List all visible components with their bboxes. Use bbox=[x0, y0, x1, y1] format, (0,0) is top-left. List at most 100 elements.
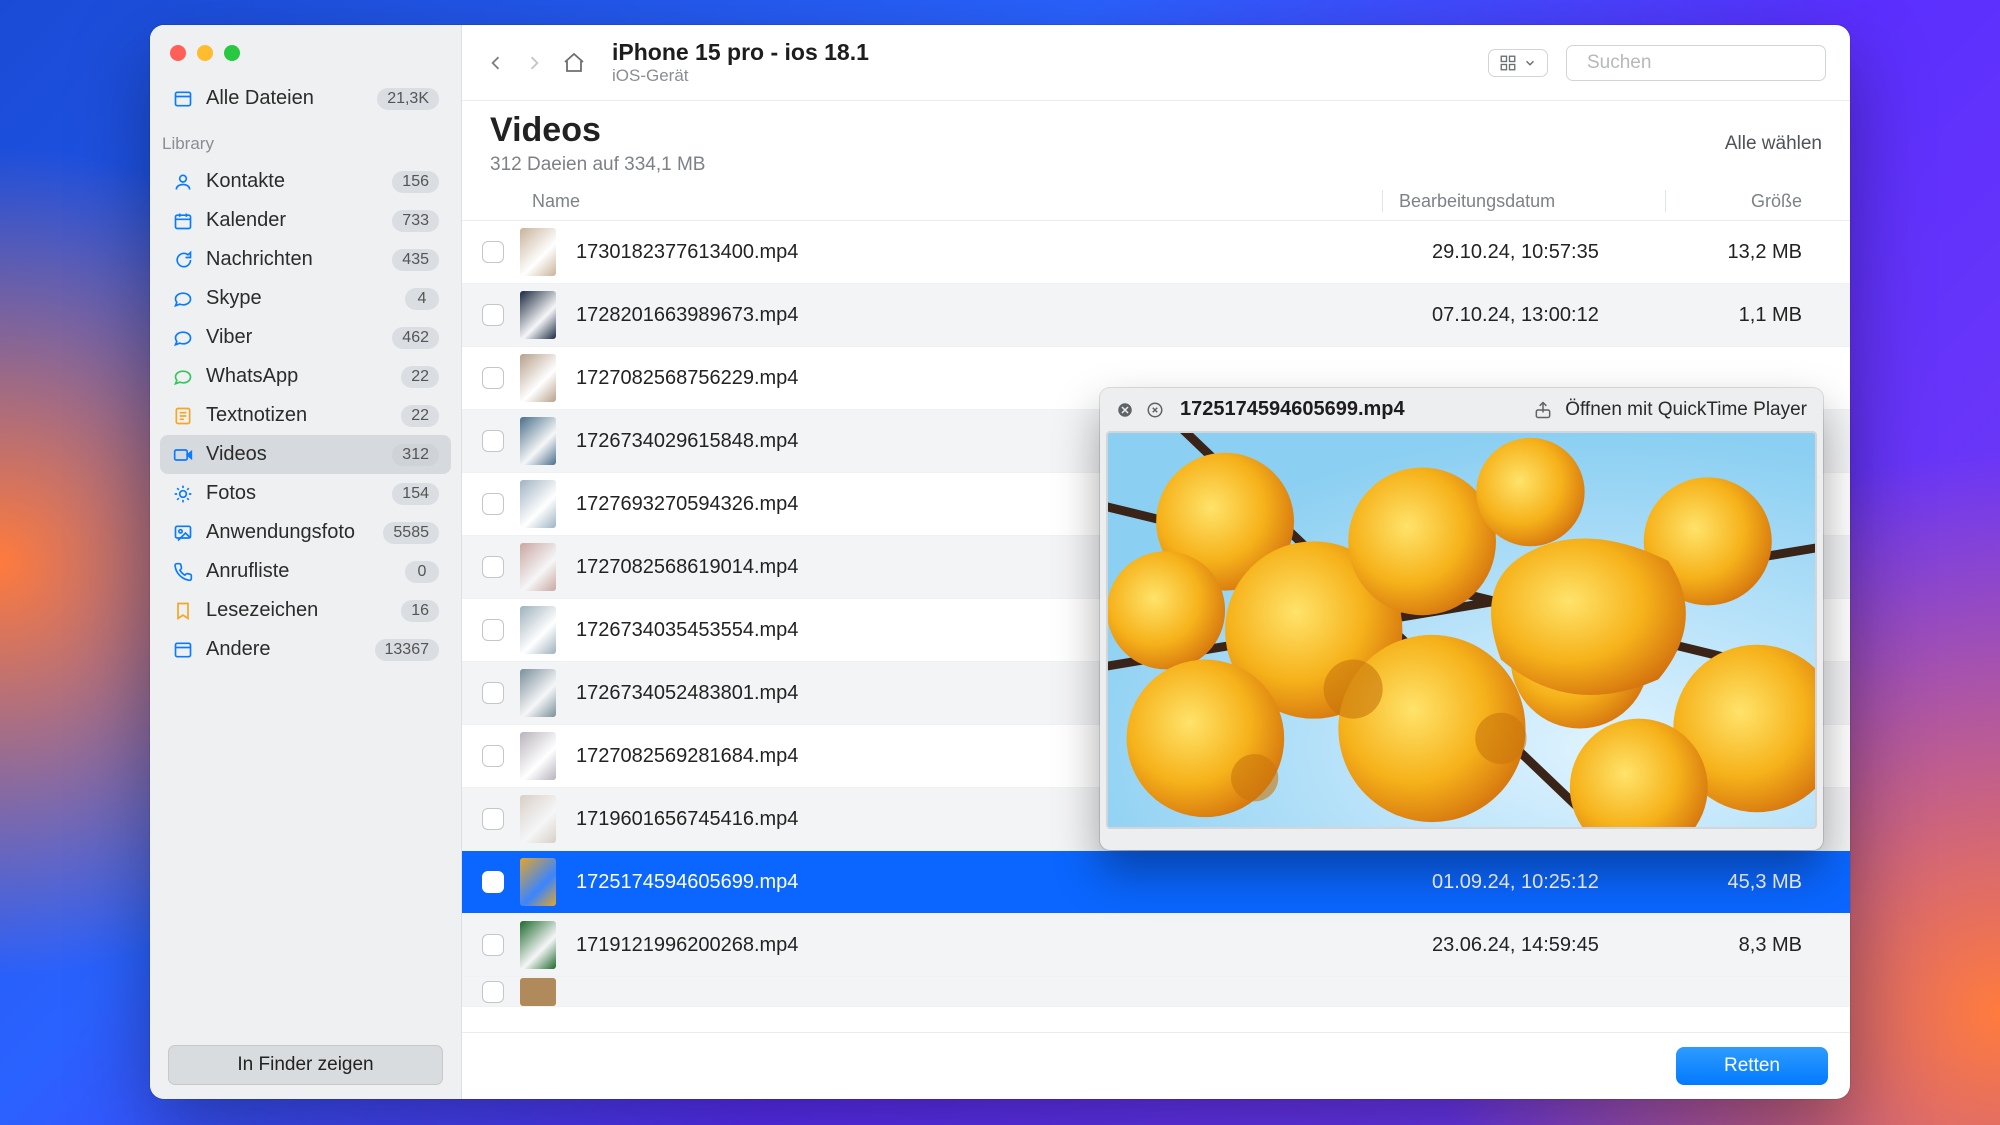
sidebar-item-viber[interactable]: Viber462 bbox=[160, 318, 451, 357]
notes-icon bbox=[172, 406, 194, 426]
sidebar-item-lesezeichen[interactable]: Lesezeichen 16 bbox=[160, 591, 451, 630]
table-row[interactable] bbox=[462, 977, 1850, 1007]
table-row[interactable]: 1719121996200268.mp423.06.24, 14:59:458,… bbox=[462, 914, 1850, 977]
sidebar-item-label: Kalender bbox=[206, 209, 380, 232]
table-row[interactable]: 1730182377613400.mp429.10.24, 10:57:3513… bbox=[462, 221, 1850, 284]
view-mode-switch[interactable] bbox=[1488, 49, 1548, 77]
row-checkbox[interactable] bbox=[482, 556, 504, 578]
sidebar-item-label: Alle Dateien bbox=[206, 87, 365, 110]
page-header: Videos 312 Daeien auf 334,1 MB Alle wähl… bbox=[462, 101, 1850, 182]
rescue-button[interactable]: Retten bbox=[1676, 1047, 1828, 1085]
page-subtitle: 312 Daeien auf 334,1 MB bbox=[490, 154, 706, 176]
zoom-window-button[interactable] bbox=[224, 45, 240, 61]
home-button[interactable] bbox=[562, 51, 586, 75]
share-button[interactable] bbox=[1533, 400, 1553, 420]
sidebar-item-count: 16 bbox=[401, 600, 439, 622]
sidebar-item-label: Nachrichten bbox=[206, 248, 380, 271]
whatsapp-icon bbox=[172, 367, 194, 387]
nav-forward-button[interactable] bbox=[524, 53, 544, 73]
column-name[interactable]: Name bbox=[490, 191, 1366, 212]
messages-icon bbox=[172, 250, 194, 270]
sidebar-item-all-files[interactable]: Alle Dateien 21,3K bbox=[160, 79, 451, 118]
sidebar-item-count: 156 bbox=[392, 171, 439, 193]
sidebar-item-skype[interactable]: Skype4 bbox=[160, 279, 451, 318]
sidebar-item-fotos[interactable]: Fotos154 bbox=[160, 474, 451, 513]
sidebar-item-videos[interactable]: Videos312 bbox=[160, 435, 451, 474]
sidebar-item-count: 0 bbox=[405, 561, 439, 583]
sidebar-item-anwendungsfoto[interactable]: Anwendungsfoto5585 bbox=[160, 513, 451, 552]
sidebar-item-count: 733 bbox=[392, 210, 439, 232]
video-thumbnail bbox=[520, 858, 556, 906]
footer: Retten bbox=[462, 1032, 1850, 1099]
sidebar-item-count: 312 bbox=[392, 444, 439, 466]
row-checkbox[interactable] bbox=[482, 808, 504, 830]
expand-preview-button[interactable] bbox=[1146, 401, 1164, 419]
open-with-button[interactable]: Öffnen mit QuickTime Player bbox=[1565, 399, 1807, 421]
search-input[interactable] bbox=[1587, 52, 1832, 74]
videos-icon bbox=[172, 445, 194, 465]
sidebar-item-label: Skype bbox=[206, 287, 393, 310]
video-thumbnail bbox=[520, 921, 556, 969]
table-row[interactable]: 1728201663989673.mp407.10.24, 13:00:121,… bbox=[462, 284, 1850, 347]
file-date: 01.09.24, 10:25:12 bbox=[1432, 871, 1682, 894]
calendar-icon bbox=[172, 211, 194, 231]
page-title: Videos bbox=[490, 111, 706, 150]
call-log-icon bbox=[172, 562, 194, 582]
file-date: 07.10.24, 13:00:12 bbox=[1432, 304, 1682, 327]
file-size: 45,3 MB bbox=[1682, 871, 1822, 894]
grid-icon bbox=[1499, 54, 1517, 72]
sidebar: Alle Dateien 21,3K Library Kontakte 156 Ka… bbox=[150, 25, 462, 1099]
row-checkbox[interactable] bbox=[482, 682, 504, 704]
sidebar-item-andere[interactable]: Andere13367 bbox=[160, 630, 451, 669]
close-preview-button[interactable] bbox=[1116, 401, 1134, 419]
sidebar-item-label: Lesezeichen bbox=[206, 599, 389, 622]
row-checkbox[interactable] bbox=[482, 241, 504, 263]
sidebar-item-count: 435 bbox=[392, 249, 439, 271]
row-checkbox[interactable] bbox=[482, 304, 504, 326]
sidebar-section-label: Library bbox=[150, 124, 461, 160]
sidebar-item-textnotizen[interactable]: Textnotizen22 bbox=[160, 396, 451, 435]
row-checkbox[interactable] bbox=[482, 367, 504, 389]
sidebar-item-nachrichten[interactable]: Nachrichten 435 bbox=[160, 240, 451, 279]
video-thumbnail bbox=[520, 732, 556, 780]
search-field[interactable] bbox=[1566, 45, 1826, 81]
row-checkbox[interactable] bbox=[482, 619, 504, 641]
row-checkbox[interactable] bbox=[482, 981, 504, 1003]
device-title: iPhone 15 pro - ios 18.1 bbox=[612, 39, 869, 66]
column-date[interactable]: Bearbeitungsdatum bbox=[1399, 191, 1649, 212]
row-checkbox[interactable] bbox=[482, 934, 504, 956]
select-all-button[interactable]: Alle wählen bbox=[1725, 133, 1822, 155]
sidebar-item-kalender[interactable]: Kalender 733 bbox=[160, 201, 451, 240]
sidebar-item-label: Anrufliste bbox=[206, 560, 393, 583]
file-date: 23.06.24, 14:59:45 bbox=[1432, 934, 1682, 957]
nav-back-button[interactable] bbox=[486, 53, 506, 73]
sidebar-item-label: Andere bbox=[206, 638, 363, 661]
video-thumbnail bbox=[520, 606, 556, 654]
row-checkbox[interactable] bbox=[482, 871, 504, 893]
sidebar-item-count: 21,3K bbox=[377, 88, 439, 110]
close-window-button[interactable] bbox=[170, 45, 186, 61]
contacts-icon bbox=[172, 172, 194, 192]
row-checkbox[interactable] bbox=[482, 493, 504, 515]
sidebar-item-anrufliste[interactable]: Anrufliste 0 bbox=[160, 552, 451, 591]
files-icon bbox=[172, 89, 194, 109]
sidebar-item-label: Anwendungsfoto bbox=[206, 521, 371, 544]
file-date: 29.10.24, 10:57:35 bbox=[1432, 241, 1682, 264]
table-row[interactable]: 1725174594605699.mp401.09.24, 10:25:1245… bbox=[462, 851, 1850, 914]
column-size[interactable]: Größe bbox=[1682, 191, 1822, 212]
file-name: 1725174594605699.mp4 bbox=[576, 871, 1432, 894]
sidebar-item-label: Kontakte bbox=[206, 170, 380, 193]
video-thumbnail bbox=[520, 669, 556, 717]
file-size: 8,3 MB bbox=[1682, 934, 1822, 957]
sidebar-item-count: 22 bbox=[401, 405, 439, 427]
sidebar-item-whatsapp[interactable]: WhatsApp22 bbox=[160, 357, 451, 396]
sidebar-item-kontakte[interactable]: Kontakte 156 bbox=[160, 162, 451, 201]
row-checkbox[interactable] bbox=[482, 430, 504, 452]
bookmarks-icon bbox=[172, 601, 194, 621]
page-context: iPhone 15 pro - ios 18.1 iOS-Gerät bbox=[612, 39, 869, 86]
sidebar-list: Kontakte 156 Kalender 733 Nachrichten 435 Skyp… bbox=[150, 160, 461, 671]
minimize-window-button[interactable] bbox=[197, 45, 213, 61]
photos-icon bbox=[172, 484, 194, 504]
row-checkbox[interactable] bbox=[482, 745, 504, 767]
show-in-finder-button[interactable]: In Finder zeigen bbox=[168, 1045, 443, 1085]
